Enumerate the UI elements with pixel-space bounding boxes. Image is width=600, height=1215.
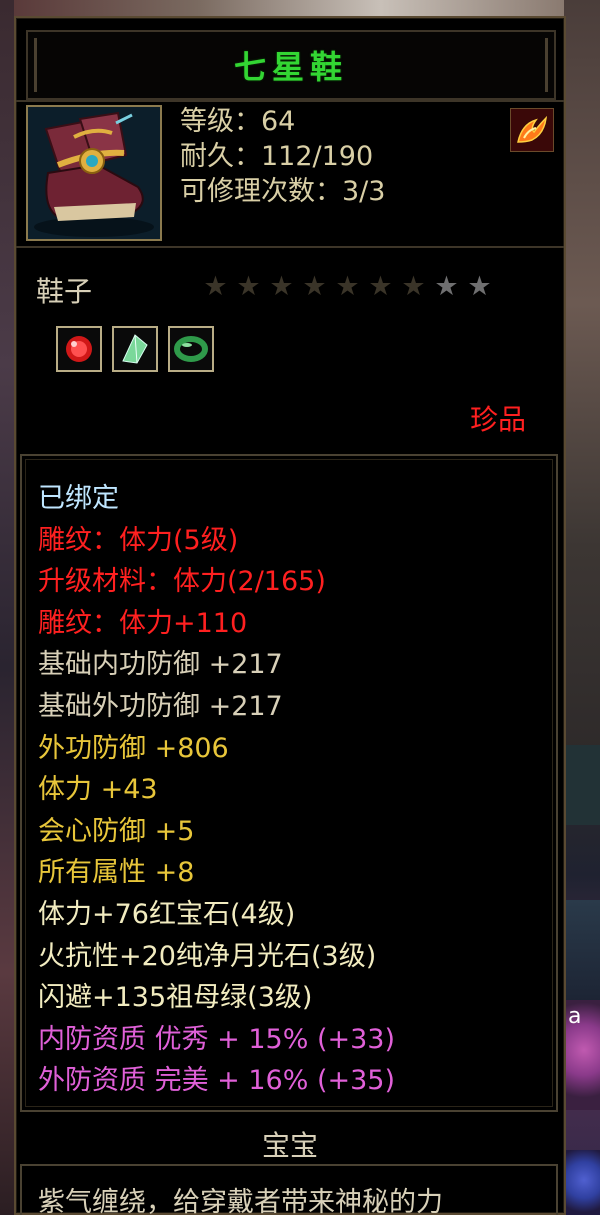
background-glyph: a	[568, 1004, 582, 1029]
attribute-line: 体力+76红宝石(4级)	[38, 898, 296, 930]
attribute-line: 升级材料：体力(2/165)	[38, 566, 326, 598]
title-bar: 七星鞋	[26, 30, 556, 100]
durability-stat: 耐久：112/190	[180, 141, 374, 172]
star-icon: ★	[269, 271, 294, 302]
attribute-line: 基础外功防御 +217	[38, 690, 283, 722]
attribute-line: 闪避+135祖母绿(3级)	[38, 982, 313, 1014]
star-icon: ★	[335, 271, 360, 302]
item-type: 鞋子	[36, 275, 93, 308]
attribute-list: 已绑定雕纹：体力(5级) 升级材料：体力(2/165) 雕纹：体力+110 基础内功防…	[38, 478, 395, 1102]
attribute-line: 外防资质 完美 + 16% (+35)	[38, 1065, 396, 1097]
boot-icon	[26, 105, 162, 241]
background-scenery-top	[14, 0, 564, 16]
star-icon: ★	[302, 271, 327, 302]
level-stat: 等级：64	[180, 106, 296, 137]
star-icon: ★	[236, 271, 261, 302]
gem-slots	[56, 326, 214, 372]
attribute-line: 外功防御 +806	[38, 732, 229, 764]
item-description: 紫气缠绕，给穿戴者带来神秘的力	[38, 1187, 443, 1215]
attribute-box: 已绑定雕纹：体力(5级) 升级材料：体力(2/165) 雕纹：体力+110 基础内功防…	[20, 454, 558, 1112]
item-tooltip: 七星鞋 等级：64 耐久：112/190 可修理次数：3/3 鞋子 ★ ★ ★ …	[14, 16, 566, 1215]
attribute-line: 火抗性+20纯净月光石(3级)	[38, 940, 377, 972]
item-name: 七星鞋	[233, 48, 348, 86]
star-rating: ★ ★ ★ ★ ★ ★ ★ ★ ★	[202, 272, 493, 302]
rarity-label: 珍品	[469, 403, 526, 436]
green-crystal-icon[interactable]	[112, 326, 158, 372]
item-info: 等级：64 耐久：112/190 可修理次数：3/3	[16, 100, 564, 248]
attribute-line: 雕纹：体力(5级)	[38, 524, 239, 556]
fire-wing-icon	[510, 108, 554, 152]
star-icon: ★	[368, 271, 393, 302]
description-box: 紫气缠绕，给穿戴者带来神秘的力	[20, 1164, 558, 1215]
star-icon: ★	[203, 271, 228, 302]
pet-label: 宝宝	[261, 1129, 318, 1162]
attribute-line: 会心防御 +5	[38, 815, 195, 847]
item-stats: 等级：64 耐久：112/190 可修理次数：3/3	[180, 104, 385, 209]
attribute-line: 雕纹：体力+110	[38, 607, 248, 639]
attribute-line: 内防资质 优秀 + 15% (+33)	[38, 1023, 396, 1055]
background-scenery-left	[0, 0, 14, 1215]
background-scenery-right: a	[564, 0, 600, 1215]
attribute-line: 所有属性 +8	[38, 857, 195, 889]
attribute-line: 已绑定	[38, 483, 119, 514]
repair-count-stat: 可修理次数：3/3	[180, 176, 386, 207]
star-icon: ★	[401, 271, 426, 302]
jade-ring-icon[interactable]	[168, 326, 214, 372]
attribute-line: 基础内功防御 +217	[38, 649, 283, 681]
red-gem-icon[interactable]	[56, 326, 102, 372]
attribute-line: 体力 +43	[38, 774, 158, 806]
star-icon: ★	[434, 271, 459, 302]
star-icon: ★	[467, 271, 492, 302]
